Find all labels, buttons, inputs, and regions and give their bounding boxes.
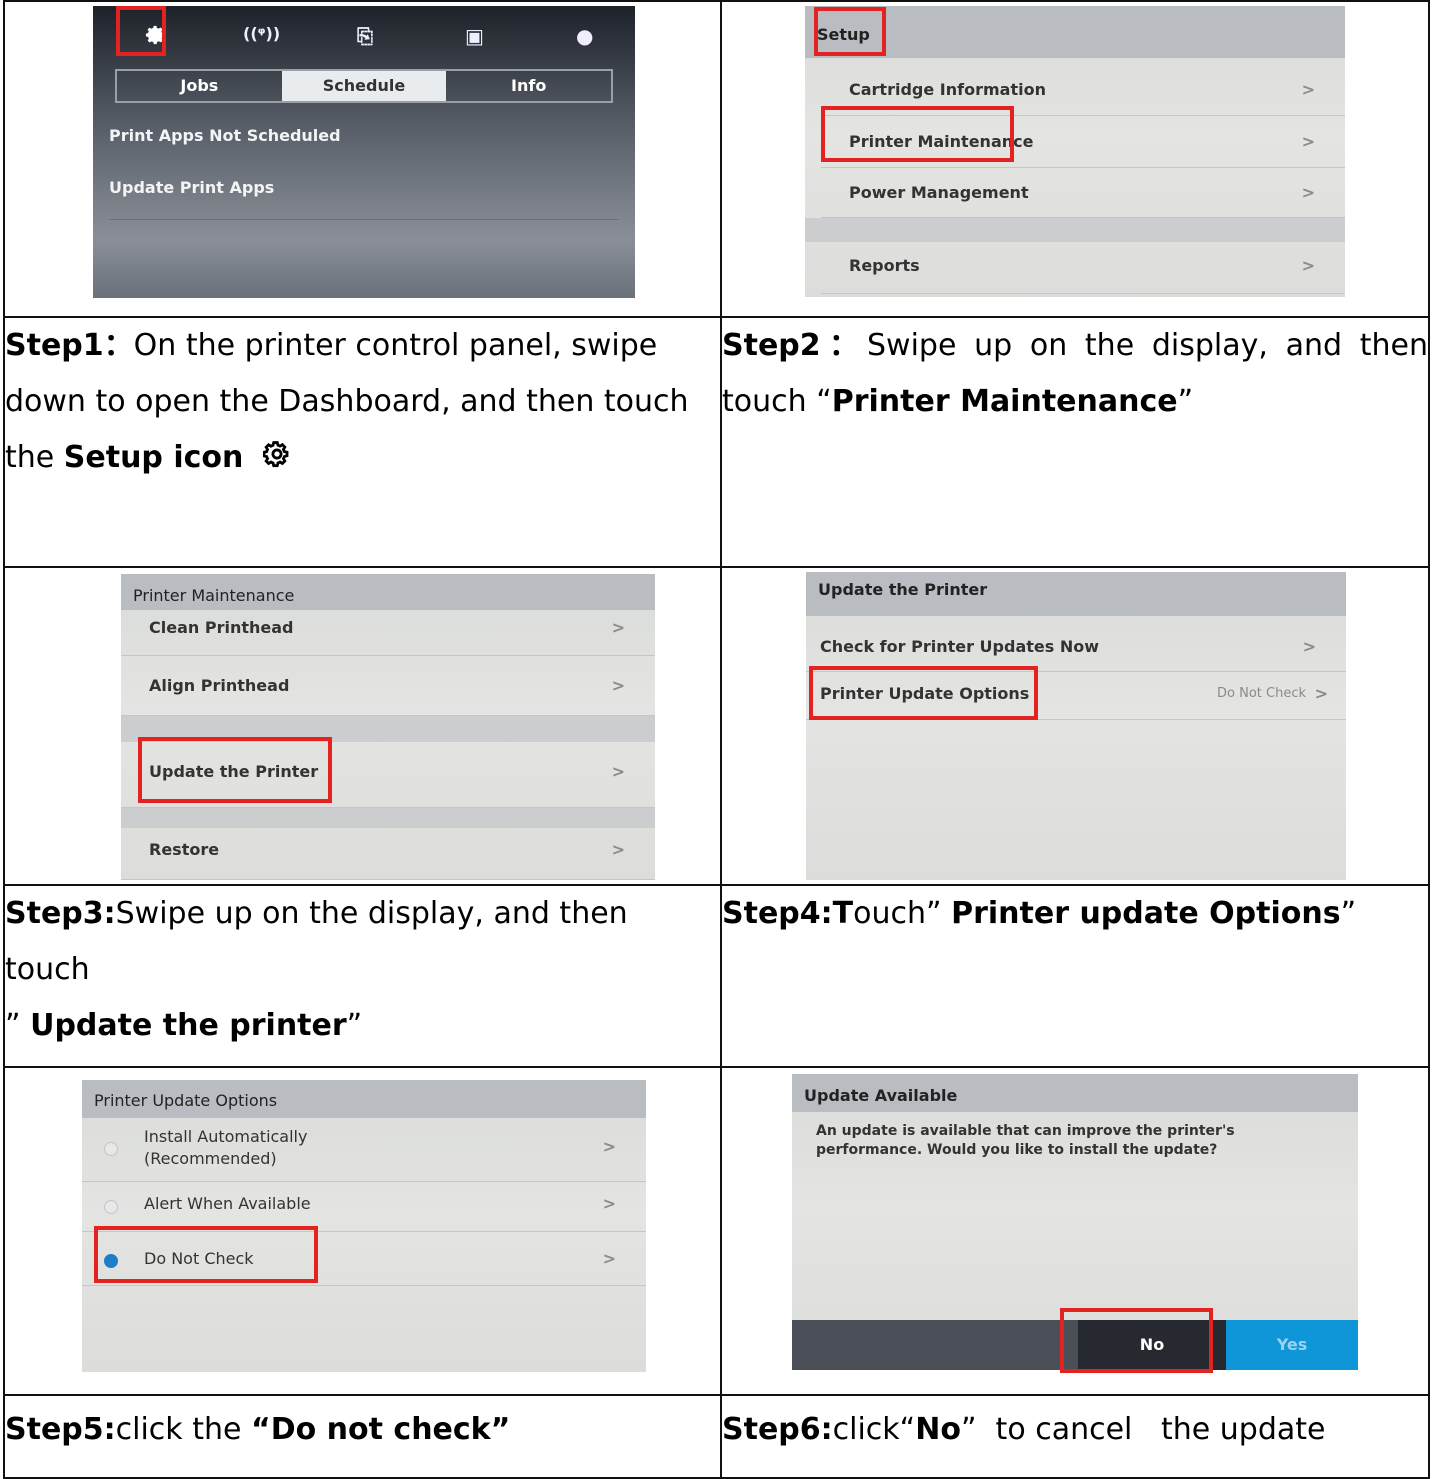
- chevron-right-icon: >: [611, 840, 625, 859]
- tab-schedule[interactable]: Schedule: [281, 71, 447, 101]
- wireless-icon[interactable]: ((ᵠ)): [243, 24, 280, 43]
- highlight-setup-header: [814, 7, 886, 56]
- network-icon[interactable]: ▣: [465, 24, 484, 48]
- option-value: Do Not Check: [1217, 686, 1306, 701]
- yes-button[interactable]: Yes: [1226, 1320, 1358, 1370]
- row-print-apps-not-scheduled[interactable]: Print Apps Not Scheduled: [109, 124, 619, 168]
- screen-header: Setup: [805, 6, 1345, 58]
- row-reports[interactable]: Reports >: [821, 242, 1345, 294]
- step1-text: Step1：On the printer control panel, swip…: [3, 316, 722, 568]
- highlight-do-not-check: [94, 1226, 318, 1283]
- chevron-right-icon: >: [1314, 684, 1328, 703]
- row-clean-printhead[interactable]: Clean Printhead >: [121, 610, 655, 656]
- chevron-right-icon: >: [1301, 256, 1315, 275]
- option-install-automatically[interactable]: Install Automatically (Recommended) >: [82, 1118, 646, 1182]
- chevron-right-icon: >: [602, 1249, 616, 1268]
- chevron-right-icon: >: [1301, 183, 1315, 202]
- step2-text: Step2：Swipe up on the display, and then …: [720, 316, 1430, 568]
- chevron-right-icon: >: [1301, 80, 1315, 99]
- screen-header: Printer Update Options: [82, 1080, 646, 1118]
- highlight-setup-icon: [116, 6, 166, 56]
- step3-text: Step3:Swipe up on the display, and then …: [3, 884, 722, 1068]
- step5-image-cell: Printer Update Options Install Automatic…: [3, 1066, 722, 1396]
- chevron-right-icon: >: [602, 1194, 616, 1213]
- highlight-update-the-printer: [138, 737, 332, 803]
- screen-header: Update the Printer: [806, 572, 1346, 616]
- radio-button[interactable]: [104, 1200, 118, 1214]
- option-alert-when-available[interactable]: Alert When Available >: [82, 1182, 646, 1232]
- radio-button[interactable]: [104, 1142, 118, 1156]
- step4-screen: Update the Printer Check for Printer Upd…: [806, 572, 1346, 880]
- instruction-table: ((ᵠ)) ⎘ ▣ ● Jobs Schedule Info Print App…: [3, 0, 1430, 1479]
- dashboard-tabs: Jobs Schedule Info: [115, 69, 613, 103]
- chevron-right-icon: >: [1302, 637, 1316, 656]
- chevron-right-icon: >: [1301, 132, 1315, 151]
- screen-header: Update Available: [792, 1074, 1358, 1112]
- chevron-right-icon: >: [611, 618, 625, 637]
- step3-screen: Printer Maintenance Clean Printhead > Ali…: [121, 574, 655, 880]
- step1-screen: ((ᵠ)) ⎘ ▣ ● Jobs Schedule Info Print App…: [93, 6, 635, 298]
- row-check-for-printer-updates[interactable]: Check for Printer Updates Now >: [806, 616, 1346, 672]
- screen-header: Printer Maintenance: [121, 574, 655, 610]
- row-update-print-apps[interactable]: Update Print Apps: [109, 176, 619, 220]
- chevron-right-icon: >: [611, 762, 625, 781]
- row-align-printhead[interactable]: Align Printhead >: [121, 656, 655, 716]
- step3-image-cell: Printer Maintenance Clean Printhead > Ali…: [3, 566, 722, 886]
- step4-image-cell: Update the Printer Check for Printer Upd…: [720, 566, 1430, 886]
- copy-icon[interactable]: ⎘: [357, 24, 373, 48]
- step2-image-cell: Setup Cartridge Information > Printer Mai…: [720, 0, 1430, 318]
- step6-text: Step6:click“No” to cancel the update: [720, 1394, 1430, 1479]
- tab-jobs[interactable]: Jobs: [117, 71, 282, 101]
- step6-image-cell: Update Available An update is available …: [720, 1066, 1430, 1396]
- chevron-right-icon: >: [602, 1137, 616, 1156]
- step1-image-cell: ((ᵠ)) ⎘ ▣ ● Jobs Schedule Info Print App…: [3, 0, 722, 318]
- row-restore[interactable]: Restore >: [121, 828, 655, 880]
- row-power-management[interactable]: Power Management >: [821, 168, 1345, 218]
- step4-text: Step4:Touch” Printer update Options”: [720, 884, 1430, 1068]
- dashboard-icon-bar: ((ᵠ)) ⎘ ▣ ●: [93, 14, 635, 54]
- highlight-printer-update-options: [809, 666, 1038, 720]
- ink-drop-icon[interactable]: ●: [576, 24, 593, 48]
- step5-text: Step5:click the “Do not check”: [3, 1394, 722, 1479]
- highlight-no-button: [1060, 1308, 1213, 1373]
- gear-icon: [262, 431, 291, 487]
- chevron-right-icon: >: [611, 676, 625, 695]
- highlight-printer-maintenance: [821, 106, 1014, 162]
- tab-info[interactable]: Info: [446, 71, 611, 101]
- update-message: An update is available that can improve …: [816, 1123, 1235, 1158]
